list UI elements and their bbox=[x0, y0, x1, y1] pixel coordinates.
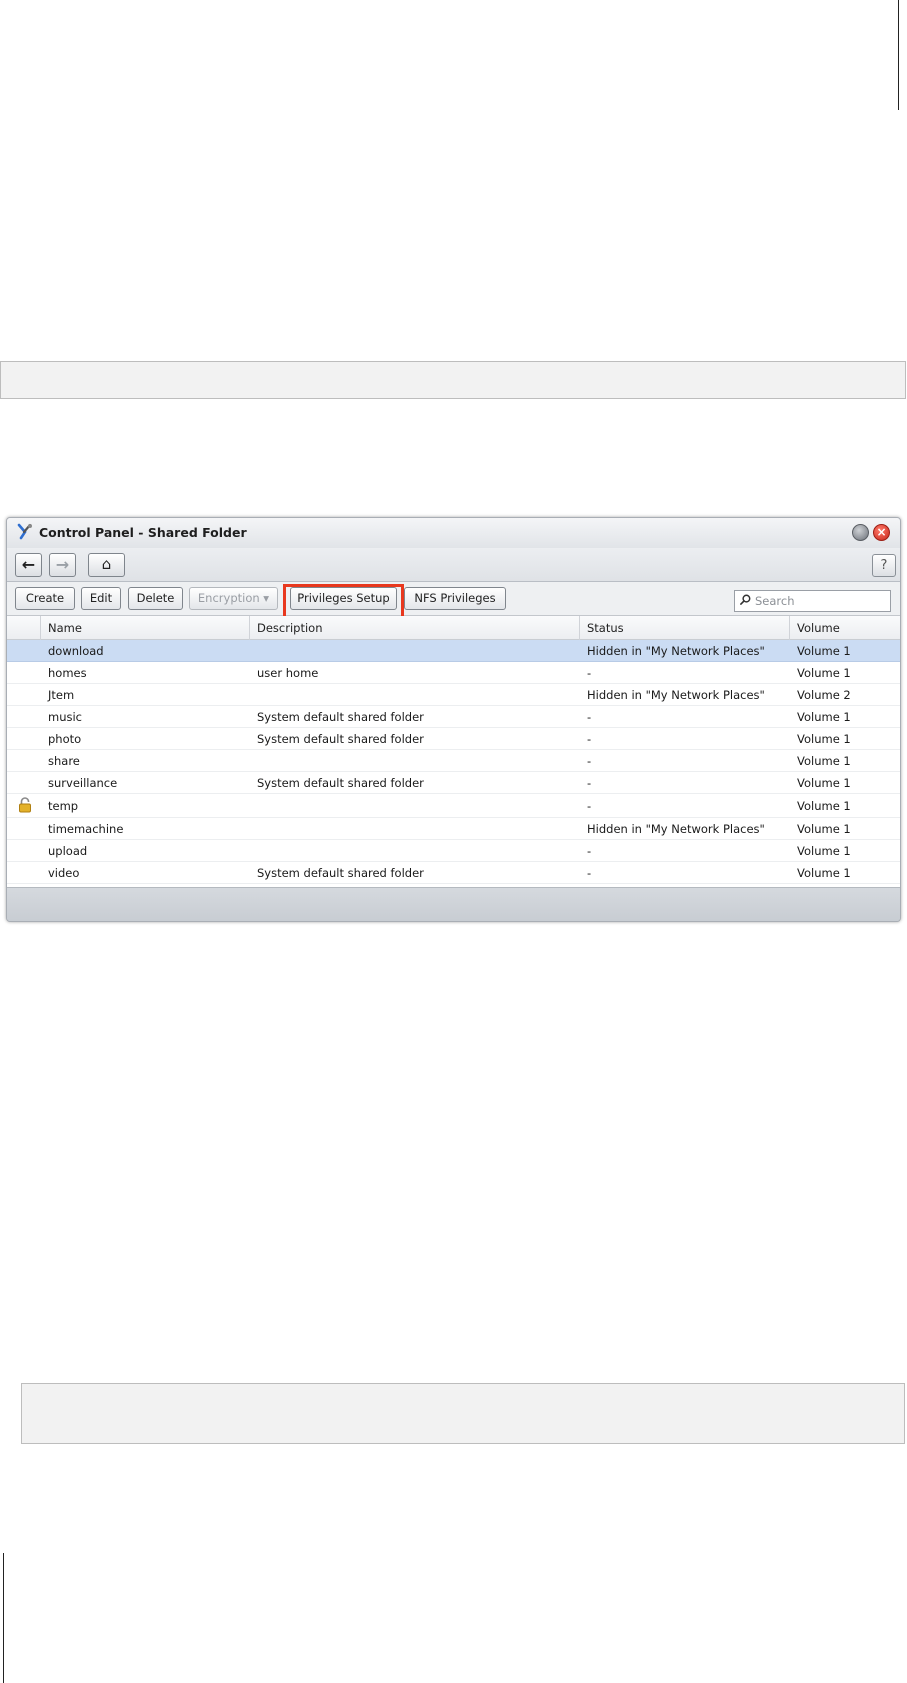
folder-name: temp bbox=[48, 799, 79, 813]
table-row[interactable]: photo System default shared folder - Volume… bbox=[7, 728, 900, 750]
column-header-volume[interactable]: Volume bbox=[789, 616, 900, 640]
forward-button[interactable]: → bbox=[49, 553, 76, 577]
folder-name: music bbox=[48, 710, 83, 724]
folder-volume: Volume 1 bbox=[797, 644, 851, 658]
page-edge-rule bbox=[898, 0, 899, 110]
folder-name: upload bbox=[48, 844, 88, 858]
folder-status: - bbox=[587, 844, 592, 858]
navigation-bar: ← → ⌂ bbox=[7, 548, 900, 582]
folder-volume: Volume 1 bbox=[797, 866, 851, 880]
shared-folder-table: Name Description Status Volume download H… bbox=[7, 616, 900, 887]
table-row[interactable]: temp - Volume 1 bbox=[7, 794, 900, 818]
folder-name: share bbox=[48, 754, 80, 768]
folder-volume: Volume 1 bbox=[797, 776, 851, 790]
back-button[interactable]: ← bbox=[15, 553, 42, 577]
control-panel-window: Control Panel - Shared Folder × ← → ⌂ ? … bbox=[6, 517, 901, 922]
folder-name: homes bbox=[48, 666, 87, 680]
folder-volume: Volume 1 bbox=[797, 732, 851, 746]
table-row[interactable]: video System default shared folder - Volume… bbox=[7, 862, 900, 884]
folder-status: - bbox=[587, 710, 592, 724]
table-row[interactable]: timemachine Hidden in "My Network Places"… bbox=[7, 818, 900, 840]
table-row[interactable]: share - Volume 1 bbox=[7, 750, 900, 772]
folder-name: download bbox=[48, 644, 104, 658]
nfs-privileges-button[interactable]: NFS Privileges bbox=[404, 587, 506, 610]
folder-volume: Volume 2 bbox=[797, 688, 851, 702]
search-input[interactable]: Search bbox=[734, 590, 891, 612]
folder-description: System default shared folder bbox=[257, 710, 424, 724]
table-row[interactable]: upload - Volume 1 bbox=[7, 840, 900, 862]
folder-status: Hidden in "My Network Places" bbox=[587, 644, 765, 658]
folder-name: photo bbox=[48, 732, 82, 746]
table-row[interactable]: download Hidden in "My Network Places" Vol… bbox=[7, 640, 900, 662]
delete-button[interactable]: Delete bbox=[128, 587, 183, 610]
search-icon bbox=[740, 594, 751, 605]
folder-status: - bbox=[587, 799, 592, 813]
column-header-name[interactable]: Name bbox=[40, 616, 249, 640]
table-header: Name Description Status Volume bbox=[7, 616, 900, 640]
folder-volume: Volume 1 bbox=[797, 799, 851, 813]
edit-button[interactable]: Edit bbox=[81, 587, 121, 610]
minimize-button[interactable] bbox=[852, 524, 869, 541]
folder-volume: Volume 1 bbox=[797, 754, 851, 768]
table-row[interactable]: homes user home - Volume 1 bbox=[7, 662, 900, 684]
folder-name: video bbox=[48, 866, 80, 880]
table-row[interactable]: surveillance System default shared folder… bbox=[7, 772, 900, 794]
folder-description: System default shared folder bbox=[257, 732, 424, 746]
close-button[interactable]: × bbox=[873, 524, 890, 541]
folder-volume: Volume 1 bbox=[797, 844, 851, 858]
window-title: Control Panel - Shared Folder bbox=[39, 525, 247, 540]
table-row[interactable]: music System default shared folder - Volume… bbox=[7, 706, 900, 728]
column-header-description[interactable]: Description bbox=[249, 616, 579, 640]
page-edge-rule bbox=[3, 1553, 4, 1683]
status-bar bbox=[7, 887, 900, 921]
folder-description: System default shared folder bbox=[257, 866, 424, 880]
folder-status: - bbox=[587, 732, 592, 746]
folder-description: user home bbox=[257, 666, 319, 680]
control-panel-icon bbox=[17, 523, 32, 540]
note-box bbox=[0, 361, 906, 399]
folder-volume: Volume 1 bbox=[797, 666, 851, 680]
note-box bbox=[21, 1383, 905, 1444]
folder-status: - bbox=[587, 666, 592, 680]
create-button[interactable]: Create bbox=[15, 587, 75, 610]
table-row[interactable]: Jtem Hidden in "My Network Places" Volume … bbox=[7, 684, 900, 706]
help-button[interactable]: ? bbox=[872, 554, 896, 577]
toolbar: Create Edit Delete Encryption ▾ Privileg… bbox=[7, 582, 900, 616]
folder-status: - bbox=[587, 754, 592, 768]
folder-name: Jtem bbox=[48, 688, 75, 702]
folder-description: System default shared folder bbox=[257, 776, 424, 790]
folder-name: timemachine bbox=[48, 822, 124, 836]
folder-status: Hidden in "My Network Places" bbox=[587, 822, 765, 836]
folder-name: surveillance bbox=[48, 776, 118, 790]
folder-status: Hidden in "My Network Places" bbox=[587, 688, 765, 702]
column-header-status[interactable]: Status bbox=[579, 616, 789, 640]
encryption-dropdown[interactable]: Encryption ▾ bbox=[189, 587, 278, 610]
home-button[interactable]: ⌂ bbox=[88, 553, 125, 577]
lock-icon bbox=[19, 797, 31, 813]
folder-status: - bbox=[587, 776, 592, 790]
search-placeholder: Search bbox=[755, 594, 795, 608]
folder-status: - bbox=[587, 866, 592, 880]
title-bar: Control Panel - Shared Folder × bbox=[7, 518, 900, 548]
folder-volume: Volume 1 bbox=[797, 710, 851, 724]
folder-volume: Volume 1 bbox=[797, 822, 851, 836]
